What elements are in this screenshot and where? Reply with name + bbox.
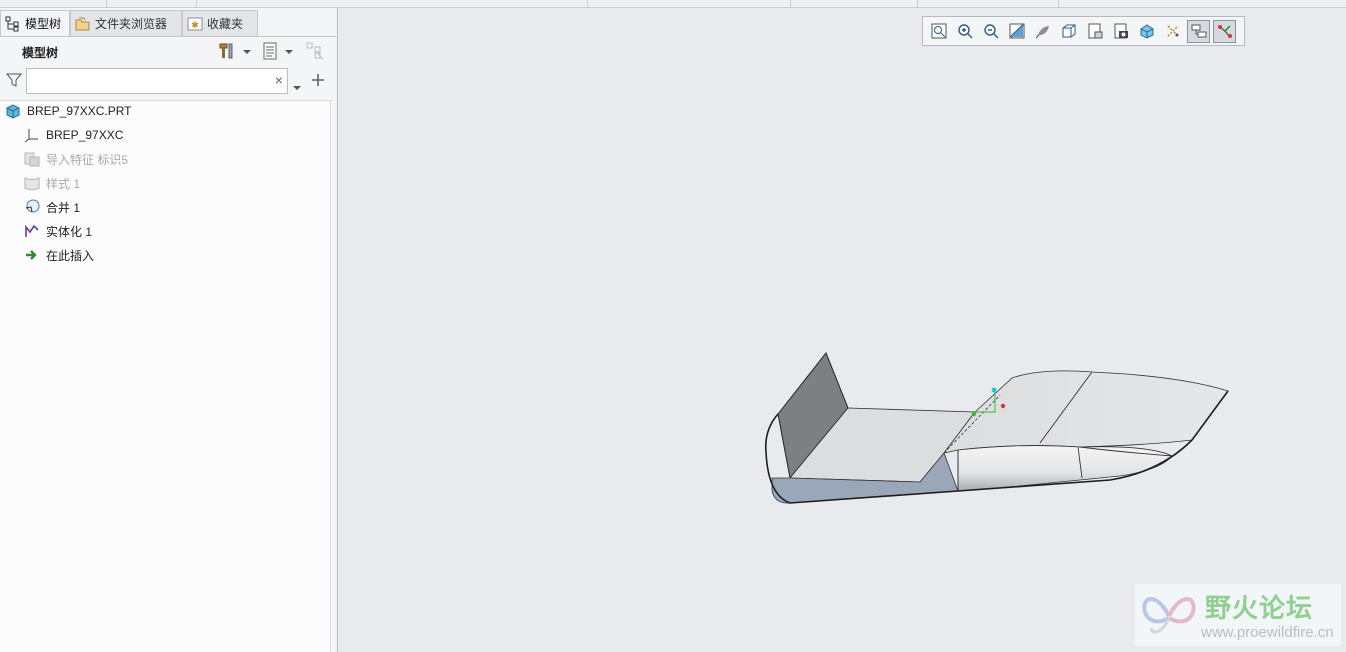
watermark-title: 野火论坛 <box>1205 594 1314 624</box>
forum-watermark: 野火论坛 www.proewildfire.cn <box>1135 584 1341 646</box>
datum-point-red <box>1000 403 1006 409</box>
model-3d-view <box>764 352 1229 504</box>
watermark-url: www.proewildfire.cn <box>1201 624 1334 641</box>
datum-point-cyan <box>991 387 997 393</box>
datum-point-green <box>971 411 977 417</box>
model-nose-surface <box>957 445 1173 492</box>
butterfly-logo-icon <box>1142 597 1196 634</box>
